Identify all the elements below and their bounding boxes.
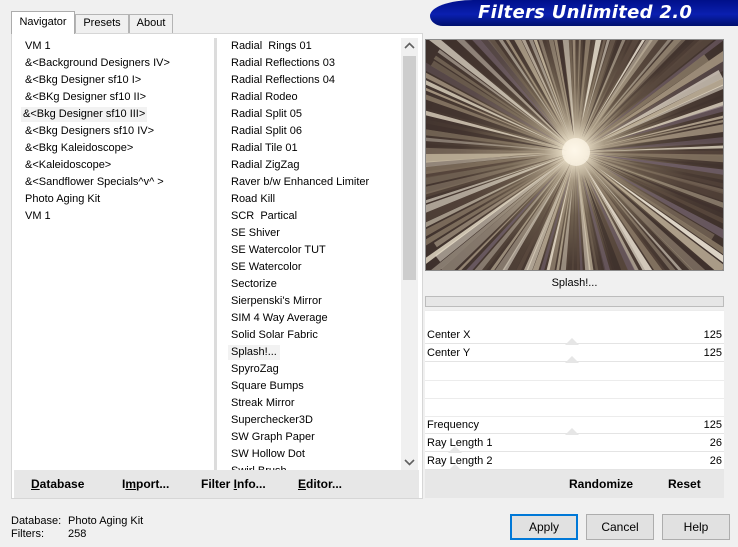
category-item[interactable]: &<Bkg Designers sf10 IV> bbox=[23, 124, 156, 139]
filter-item[interactable]: Radial Rodeo bbox=[229, 90, 300, 105]
param-value: 125 bbox=[703, 419, 722, 431]
param-value: 26 bbox=[709, 437, 722, 449]
param-slider-thumb[interactable] bbox=[447, 446, 462, 453]
cancel-button[interactable]: Cancel bbox=[586, 514, 654, 540]
tab-presets[interactable]: Presets bbox=[75, 14, 129, 33]
filter-item[interactable]: Streak Mirror bbox=[229, 396, 297, 411]
param-value: 26 bbox=[709, 455, 722, 467]
filter-item[interactable]: Sierpenski's Mirror bbox=[229, 294, 324, 309]
chevron-up-icon[interactable] bbox=[401, 38, 418, 55]
param-center-y[interactable]: Center Y 125 bbox=[425, 345, 724, 363]
filter-item[interactable]: SCR Partical bbox=[229, 209, 299, 224]
param-value: 125 bbox=[703, 347, 722, 359]
filter-item[interactable]: Splash!... bbox=[228, 345, 280, 360]
database-button[interactable]: Database bbox=[31, 477, 84, 492]
filter-item[interactable]: Radial Split 05 bbox=[229, 107, 304, 122]
editor-button[interactable]: Editor... bbox=[298, 477, 342, 492]
filter-item[interactable]: Radial Reflections 04 bbox=[229, 73, 337, 88]
category-item[interactable]: &<Sandflower Specials^v^ > bbox=[23, 175, 166, 190]
filter-item[interactable]: SpyroZag bbox=[229, 362, 281, 377]
param-value: 125 bbox=[703, 329, 722, 341]
status-database: Database: Photo Aging Kit bbox=[11, 515, 143, 528]
parameter-panel: Center X 125 Center Y 125 Frequency 125 … bbox=[425, 310, 724, 471]
filter-item[interactable]: SE Watercolor bbox=[229, 260, 304, 275]
status-database-value: Photo Aging Kit bbox=[68, 515, 144, 527]
category-item[interactable]: &<BKg Designer sf10 II> bbox=[23, 90, 148, 105]
apply-button[interactable]: Apply bbox=[510, 514, 578, 540]
category-item[interactable]: &<Kaleidoscope> bbox=[23, 158, 113, 173]
reset-button[interactable]: Reset bbox=[668, 477, 701, 492]
param-label: Center X bbox=[427, 329, 471, 341]
param-slider-thumb[interactable] bbox=[564, 356, 579, 363]
category-item[interactable]: VM 1 bbox=[23, 39, 53, 54]
category-item[interactable]: &<Bkg Designer sf10 I> bbox=[23, 73, 143, 88]
param-slider-thumb[interactable] bbox=[564, 338, 579, 345]
filter-item[interactable]: Square Bumps bbox=[229, 379, 306, 394]
filter-list[interactable]: Radial Rings 01 Radial Reflections 03 Radi… bbox=[217, 38, 401, 470]
filter-item[interactable]: Sectorize bbox=[229, 277, 279, 292]
param-label: Frequency bbox=[427, 419, 479, 431]
chevron-down-icon[interactable] bbox=[401, 453, 418, 470]
filter-item[interactable]: Superchecker3D bbox=[229, 413, 315, 428]
category-item[interactable]: Photo Aging Kit bbox=[23, 192, 102, 207]
param-slider-thumb[interactable] bbox=[564, 428, 579, 435]
status-filters-value: 258 bbox=[68, 528, 87, 540]
scrollbar-thumb[interactable] bbox=[403, 56, 416, 280]
param-label: Center Y bbox=[427, 347, 471, 359]
param-frequency[interactable]: Frequency 125 bbox=[425, 417, 724, 435]
status-filters-label: Filters: bbox=[11, 528, 44, 540]
filter-item[interactable]: Solid Solar Fabric bbox=[229, 328, 320, 343]
category-item[interactable]: &<Bkg Kaleidoscope> bbox=[23, 141, 135, 156]
param-ray-length-1[interactable]: Ray Length 1 26 bbox=[425, 435, 724, 453]
filter-item[interactable]: Radial Rings 01 bbox=[229, 39, 314, 54]
filter-item[interactable]: SW Hollow Dot bbox=[229, 447, 307, 462]
category-list[interactable]: VM 1 &<Background Designers IV> &<Bkg Desi… bbox=[14, 38, 214, 470]
tab-about[interactable]: About bbox=[129, 14, 173, 33]
filter-item[interactable]: Radial Tile 01 bbox=[229, 141, 300, 156]
navigator-toolbar: Database Import... Filter Info... Editor… bbox=[14, 470, 419, 498]
param-center-x[interactable]: Center X 125 bbox=[425, 327, 724, 345]
filter-preview-image[interactable] bbox=[425, 39, 724, 271]
status-database-label: Database: bbox=[11, 515, 62, 527]
app-title-banner: Filters Unlimited 2.0 bbox=[430, 0, 738, 26]
filter-item[interactable]: Raver b/w Enhanced Limiter bbox=[229, 175, 371, 190]
filter-item[interactable]: SIM 4 Way Average bbox=[229, 311, 330, 326]
filter-item[interactable]: SW Graph Paper bbox=[229, 430, 317, 445]
filter-item[interactable]: Radial ZigZag bbox=[229, 158, 301, 173]
preview-filter-name: Splash!... bbox=[425, 271, 724, 293]
filter-list-scrollbar[interactable] bbox=[401, 38, 418, 470]
filter-item[interactable]: SE Shiver bbox=[229, 226, 282, 241]
tab-navigator[interactable]: Navigator bbox=[11, 11, 75, 34]
category-item[interactable]: VM 1 bbox=[23, 209, 53, 224]
filter-item[interactable]: Radial Reflections 03 bbox=[229, 56, 337, 71]
randomize-button[interactable]: Randomize bbox=[569, 477, 633, 492]
filter-item[interactable]: Radial Split 06 bbox=[229, 124, 304, 139]
param-ray-length-2[interactable]: Ray Length 2 26 bbox=[425, 453, 724, 471]
help-button[interactable]: Help bbox=[662, 514, 730, 540]
category-item[interactable]: &<Bkg Designer sf10 III> bbox=[21, 107, 148, 122]
filter-item[interactable]: Road Kill bbox=[229, 192, 277, 207]
category-item[interactable]: &<Background Designers IV> bbox=[23, 56, 172, 71]
status-filters: Filters: 258 bbox=[11, 528, 86, 541]
import-button[interactable]: Import... bbox=[122, 477, 169, 492]
preview-progress-bar bbox=[425, 296, 724, 307]
filter-item[interactable]: SE Watercolor TUT bbox=[229, 243, 328, 258]
filter-info-button[interactable]: Filter Info... bbox=[201, 477, 266, 492]
parameter-toolbar: Randomize Reset bbox=[425, 470, 724, 498]
splash-rays-graphic bbox=[426, 40, 723, 270]
